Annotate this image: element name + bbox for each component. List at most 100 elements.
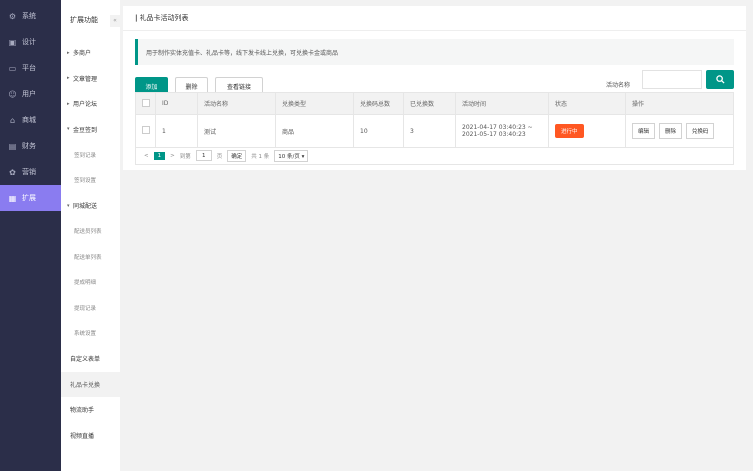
menu-item-label: 文章管理 [73, 75, 98, 83]
nav-item[interactable]: ▦ 扩展 [0, 185, 61, 211]
prev-page-button[interactable]: < [144, 153, 149, 159]
row-checkbox[interactable] [142, 126, 150, 134]
menu-item[interactable]: ▾ 金豆签到 [61, 117, 120, 143]
user-icon: ☺ [8, 89, 17, 99]
goto-label: 到第 [179, 153, 191, 160]
menu-item-label: 视频直播 [70, 432, 95, 440]
design-icon: ▣ [8, 37, 17, 47]
menu-item[interactable]: 自定义表单 [61, 346, 120, 372]
cell-redeemed: 3 [403, 114, 456, 148]
nav-item[interactable]: ▭ 平台 [0, 55, 61, 81]
redeem-codes-button[interactable]: 兑换码 [685, 123, 715, 139]
menu-item[interactable]: ▸ 用户论坛 [61, 91, 120, 117]
nav-item[interactable]: ▤ 财务 [0, 133, 61, 159]
current-page[interactable]: 1 [153, 151, 166, 160]
table-row: 1 测试 商品 10 3 2021-04-17 03:40:23 ~ 2021-… [135, 114, 734, 148]
select-all-cell [135, 92, 156, 115]
menu-item-label: 提现记录 [74, 305, 97, 312]
cell-activity-name: 测试 [197, 114, 276, 148]
menu-item[interactable]: 提现记录 [61, 295, 120, 321]
menu-item-label: 签到记录 [74, 152, 97, 159]
nav-item-label: 扩展 [22, 194, 36, 202]
col-actions: 操作 [625, 92, 734, 115]
nav-item-label: 系统 [22, 12, 36, 20]
menu-item[interactable]: ▾ 同城配送 [61, 193, 120, 219]
panel-title: | 礼品卡活动列表 [123, 6, 746, 31]
nav-item-label: 营销 [22, 168, 36, 176]
select-all-checkbox[interactable] [142, 98, 150, 107]
search-label: 活动名称 [606, 82, 631, 89]
search-button[interactable] [706, 70, 734, 89]
status-badge: 进行中 [555, 124, 584, 138]
menu-item-label: 系统设置 [74, 331, 97, 338]
menu-item[interactable]: ▸ 文章管理 [61, 66, 120, 92]
secondary-menu-title: 扩展功能 [70, 16, 98, 24]
menu-item[interactable]: 礼品卡兑换 [61, 371, 120, 397]
grid-icon: ▦ [8, 193, 17, 203]
menu-item-label: 礼品卡兑换 [70, 381, 101, 389]
goto-page-input[interactable]: 1 [195, 150, 212, 161]
col-activity-time: 活动时间 [455, 92, 549, 115]
next-page-button[interactable]: > [170, 153, 175, 159]
table-header-row: ID 活动名称 兑换类型 兑换码总数 已兑换数 活动时间 状态 操作 [135, 92, 734, 115]
menu-item-label: 同城配送 [73, 203, 98, 211]
nav-item[interactable]: ✿ 营销 [0, 159, 61, 185]
menu-item-label: 配送单列表 [74, 254, 102, 261]
nav-item-label: 设计 [22, 38, 36, 46]
row-select-cell [135, 114, 156, 148]
shop-icon: ⌂ [9, 115, 16, 125]
menu-item[interactable]: 配送单列表 [61, 244, 120, 270]
menu-item[interactable]: 签到记录 [61, 142, 120, 168]
menu-item-label: 物流助手 [70, 407, 95, 415]
activity-end-time: 2021-05-17 03:40:23 [462, 131, 526, 138]
nav-item[interactable]: ▣ 设计 [0, 29, 61, 55]
monitor-icon: ▭ [8, 63, 17, 73]
menu-item[interactable]: 物流助手 [61, 397, 120, 423]
col-redeemed: 已兑换数 [403, 92, 456, 115]
collapse-menu-button[interactable]: « [110, 15, 120, 27]
menu-item[interactable]: 系统设置 [61, 321, 120, 347]
cell-actions: 编辑 删除 兑换码 [625, 114, 734, 148]
cell-activity-time: 2021-04-17 03:40:23 ~ 2021-05-17 03:40:2… [455, 114, 549, 148]
menu-item-label: 配送员列表 [74, 229, 102, 236]
menu-item-label: 金豆签到 [73, 126, 98, 134]
page-size-select[interactable]: 10 条/页 ▾ [274, 149, 309, 162]
nav-item[interactable]: ⌂ 商城 [0, 107, 61, 133]
menu-item-label: 多商户 [73, 50, 92, 58]
menu-item-label: 提成明细 [74, 280, 97, 287]
total-count: 共 1 条 [251, 153, 270, 160]
menu-item[interactable]: 视频直播 [61, 423, 120, 449]
title-marker: | [135, 14, 138, 22]
menu-item[interactable]: 配送员列表 [61, 219, 120, 245]
main-panel: | 礼品卡活动列表 用于制作实体充值卡、礼品卡等，线下发卡线上兑换，可兑换卡金或… [123, 6, 746, 170]
gear-icon: ⚙ [8, 11, 17, 21]
activity-name-input[interactable] [642, 70, 702, 89]
menu-item-label: 自定义表单 [70, 356, 101, 364]
nav-item[interactable]: ⚙ 系统 [0, 3, 61, 29]
menu-item-label: 用户论坛 [73, 101, 98, 109]
row-delete-button[interactable]: 删除 [658, 123, 682, 139]
col-exchange-type: 兑换类型 [275, 92, 354, 115]
col-id: ID [155, 92, 198, 115]
nav-item[interactable]: ☺ 用户 [0, 81, 61, 107]
edit-button[interactable]: 编辑 [632, 123, 656, 139]
col-activity-name: 活动名称 [197, 92, 276, 115]
nav-item-label: 财务 [22, 142, 36, 150]
goto-confirm-button[interactable]: 确定 [227, 149, 247, 162]
activity-start-time: 2021-04-17 03:40:23 ~ [462, 124, 533, 131]
secondary-menu-items: ▸ 多商户 ▸ 文章管理 ▸ 用户论坛 ▾ 金豆签到签到记录签到设置 ▾ 同城配送配送员列表配送单… [61, 40, 120, 448]
menu-item-label: 签到设置 [74, 178, 97, 185]
col-status: 状态 [548, 92, 626, 115]
cell-id: 1 [155, 114, 198, 148]
cell-total-codes: 10 [353, 114, 404, 148]
menu-item[interactable]: 签到设置 [61, 168, 120, 194]
gift-card-table: ID 活动名称 兑换类型 兑换码总数 已兑换数 活动时间 状态 操作 1 测试 … [135, 92, 734, 148]
nav-item-label: 平台 [22, 64, 36, 72]
secondary-menu-header: 扩展功能 « [61, 0, 120, 40]
menu-item[interactable]: ▸ 多商户 [61, 40, 120, 66]
cell-status: 进行中 [548, 114, 626, 148]
menu-item[interactable]: 提成明细 [61, 270, 120, 296]
panel-title-text: 礼品卡活动列表 [139, 14, 189, 22]
nav-item-label: 用户 [22, 90, 36, 98]
finance-icon: ▤ [8, 141, 17, 151]
